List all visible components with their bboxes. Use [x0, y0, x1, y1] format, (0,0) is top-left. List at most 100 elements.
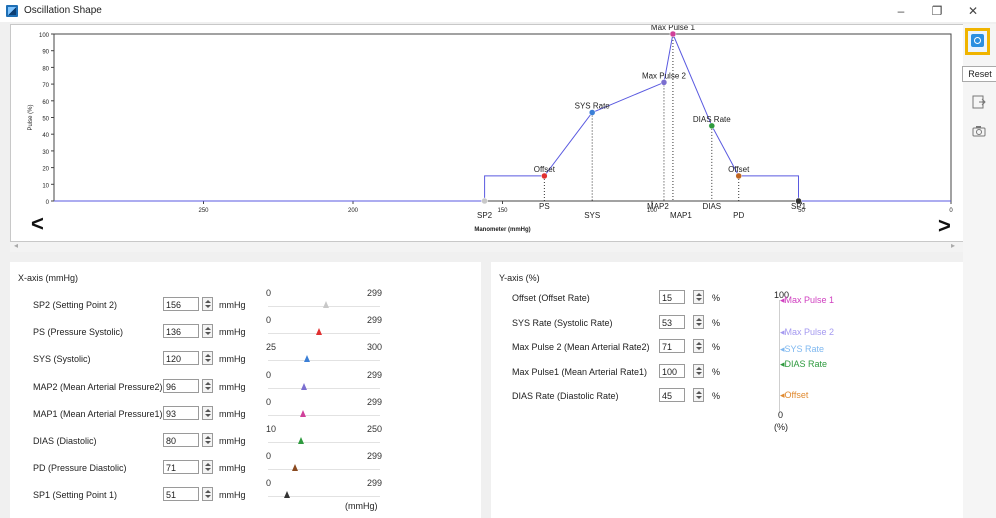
y-value-input[interactable]: 71	[659, 339, 685, 353]
y-value-stepper[interactable]	[693, 363, 704, 378]
export-icon[interactable]	[969, 92, 989, 112]
reset-button[interactable]	[965, 28, 990, 55]
x-slider-thumb[interactable]	[315, 328, 322, 336]
y-scale-marker[interactable]: ◂Max Pulse 2	[780, 327, 834, 338]
x-value-stepper[interactable]	[202, 324, 213, 339]
minimize-button[interactable]: –	[888, 3, 914, 19]
close-button[interactable]: ✕	[960, 3, 986, 19]
refresh-icon	[971, 34, 984, 47]
x-slider-thumb[interactable]	[284, 491, 291, 499]
x-value-input[interactable]: 120	[163, 351, 199, 366]
x-slider-thumb[interactable]	[323, 301, 330, 308]
x-slider-thumb[interactable]	[299, 409, 306, 417]
x-value-stepper[interactable]	[202, 487, 213, 502]
y-tick-label: 0	[46, 200, 50, 206]
x-row-label: SYS (Systolic)	[33, 354, 91, 365]
y-value-input[interactable]: 45	[659, 388, 685, 402]
x-slider-max: 299	[367, 315, 383, 326]
x-slider-thumb[interactable]	[303, 355, 310, 363]
x-slider-min: 0	[266, 315, 272, 326]
y-scale-marker-label: Offset	[784, 390, 809, 401]
y-row-label: DIAS Rate (Diastolic Rate)	[512, 391, 619, 401]
x-slider-min: 0	[266, 396, 272, 407]
y-value-stepper[interactable]	[693, 314, 704, 329]
x-slider-thumb[interactable]	[291, 464, 298, 472]
y-scale-bottom: 0	[778, 410, 784, 420]
x-slider-max: 250	[367, 424, 383, 434]
x-row-label: PD (Pressure Diastolic)	[33, 463, 127, 474]
x-slider-min: 0	[266, 451, 272, 462]
y-value-input[interactable]: 100	[659, 363, 685, 378]
point-label: Max Pulse 2	[642, 71, 687, 80]
y-unit-label: %	[712, 342, 721, 352]
x-value-input[interactable]: 156	[163, 297, 199, 311]
y-value-stepper[interactable]	[693, 290, 704, 304]
x-slider-thumb[interactable]	[300, 382, 307, 390]
x-slider-max: 299	[367, 451, 383, 462]
x-tick-label: 200	[348, 208, 359, 214]
series-line	[54, 32, 951, 202]
x-value-stepper[interactable]	[202, 433, 213, 447]
scrollbar-left-icon[interactable]: ◂	[14, 241, 18, 250]
x-slider-track[interactable]	[268, 414, 380, 416]
y-value-input[interactable]: 53	[659, 314, 685, 329]
scroll-left-arrow-icon[interactable]: <	[31, 213, 44, 235]
x-value-input[interactable]: 71	[163, 460, 199, 475]
x-slider-min: 25	[266, 342, 277, 353]
y-scale-marker[interactable]: ◂Max Pulse 1	[780, 295, 834, 306]
chart-scrollbar[interactable]: ◂ ▸	[10, 241, 963, 252]
y-tick-label: 80	[42, 66, 49, 72]
x-value-stepper[interactable]	[202, 351, 213, 366]
control-point	[481, 197, 488, 205]
x-unit-label: mmHg	[219, 354, 246, 365]
y-scale-marker[interactable]: ◂SYS Rate	[780, 344, 824, 355]
y-tick-label: 10	[42, 183, 49, 189]
x-slider-track[interactable]	[268, 387, 380, 389]
y-scale-marker-label: DIAS Rate	[784, 358, 828, 369]
y-row-label: Max Pulse 2 (Mean Arterial Rate2)	[512, 342, 650, 352]
y-value-stepper[interactable]	[693, 339, 704, 353]
x-value-input[interactable]: 51	[163, 487, 199, 502]
oscillation-chart[interactable]: 0102030405060708090100250 200 150 100 50 0Pul…	[11, 25, 964, 241]
x-slider-min: 10	[266, 424, 277, 434]
x-slider-track[interactable]	[268, 442, 380, 443]
x-value-stepper[interactable]	[202, 297, 213, 311]
y-unit-label: %	[712, 391, 721, 401]
x-unit-label: mmHg	[219, 327, 246, 338]
x-value-stepper[interactable]	[202, 460, 213, 475]
y-value-input[interactable]: 15	[659, 290, 685, 304]
y-value-stepper[interactable]	[693, 388, 704, 402]
x-value-stepper[interactable]	[202, 378, 213, 393]
x-value-input[interactable]: 136	[163, 324, 199, 339]
camera-icon[interactable]	[969, 121, 989, 141]
x-slider-track[interactable]	[268, 469, 380, 471]
x-axis-title: X-axis (mmHg)	[18, 273, 78, 283]
x-slider-thumb[interactable]	[297, 437, 304, 444]
x-unit-label: mmHg	[219, 408, 246, 419]
y-tick-label: 20	[42, 167, 49, 173]
y-tick-label: 70	[42, 83, 49, 89]
y-tick-label: 60	[42, 100, 49, 106]
x-axis-panel: X-axis (mmHg) SP2 (Setting Point 2) 156 mm…	[10, 262, 481, 518]
x-row-label: SP2 (Setting Point 2)	[33, 300, 118, 310]
x-value-input[interactable]: 80	[163, 433, 199, 447]
x-marker-label: SP2	[477, 211, 493, 220]
x-marker-label: DIAS	[702, 202, 721, 211]
x-marker-label: MAP1	[670, 211, 692, 220]
y-tick-label: 50	[42, 117, 49, 123]
y-scale-marker[interactable]: ◂Offset	[780, 390, 808, 401]
scrollbar-right-icon[interactable]: ▸	[951, 241, 955, 250]
x-value-input[interactable]: 96	[163, 378, 199, 393]
maximize-button[interactable]: ❐	[924, 3, 950, 19]
point-label: Offset	[728, 165, 750, 174]
x-value-stepper[interactable]	[202, 405, 213, 420]
x-row-label: SP1 (Setting Point 1)	[33, 490, 118, 501]
x-value-input[interactable]: 93	[163, 405, 199, 420]
y-scale-marker[interactable]: ◂DIAS Rate	[780, 359, 827, 370]
x-slider-track[interactable]	[268, 360, 380, 362]
scroll-right-arrow-icon[interactable]: >	[938, 215, 951, 237]
y-unit-label: %	[712, 317, 721, 328]
y-scale-unit: (%)	[774, 422, 788, 432]
x-slider-track[interactable]	[268, 333, 380, 335]
x-row-label: MAP1 (Mean Arterial Pressure1)	[33, 408, 163, 419]
